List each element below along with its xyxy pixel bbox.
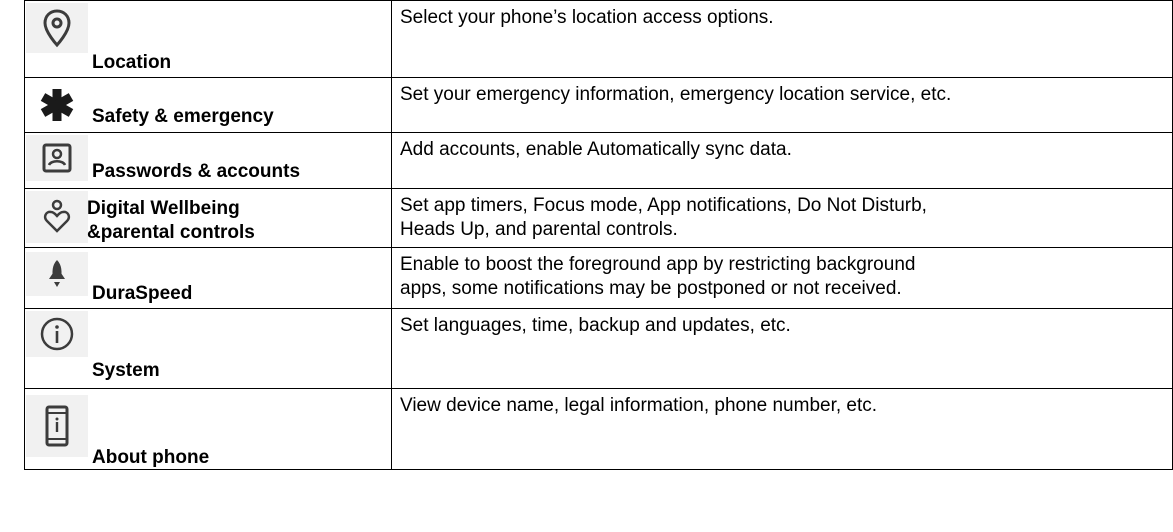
setting-description: Add accounts, enable Automatically sync … [391, 132, 1173, 189]
setting-label: Passwords & accounts [92, 161, 301, 182]
setting-label: About phone [92, 447, 210, 468]
setting-name-cell: Safety & emergency [24, 77, 392, 133]
description-text: Add accounts, enable Automatically sync … [400, 139, 792, 160]
description-text: Set your emergency information, emergenc… [400, 84, 952, 105]
setting-label: System [92, 360, 160, 381]
wellbeing-heart-icon [26, 191, 88, 243]
table-row: Passwords & accounts Add accounts, enabl… [24, 132, 1173, 189]
table-row: System Set languages, time, backup and u… [24, 308, 1173, 389]
rocket-icon [26, 252, 88, 296]
description-text: Enable to boost the foreground app by re… [400, 254, 916, 275]
setting-label: DuraSpeed [92, 283, 193, 304]
setting-description: View device name, legal information, pho… [391, 388, 1173, 470]
phone-info-icon [26, 395, 88, 457]
account-box-icon [26, 135, 88, 181]
setting-label-line2: &parental controls [87, 222, 255, 243]
description-text: Set app timers, Focus mode, App notifica… [400, 195, 927, 216]
setting-description: Set your emergency information, emergenc… [391, 77, 1173, 133]
settings-table: Location Select your phone’s location ac… [24, 0, 1173, 470]
table-row: About phone View device name, legal info… [24, 388, 1173, 470]
setting-label: Digital Wellbeing [87, 198, 240, 219]
setting-label: Location [92, 52, 172, 73]
setting-description: Set app timers, Focus mode, App notifica… [391, 188, 1173, 248]
setting-name-cell: Passwords & accounts [24, 132, 392, 189]
setting-description: Enable to boost the foreground app by re… [391, 247, 1173, 309]
asterisk-icon [26, 80, 88, 130]
table-row: DuraSpeed Enable to boost the foreground… [24, 247, 1173, 309]
setting-name-cell: System [24, 308, 392, 389]
setting-name-cell: DuraSpeed [24, 247, 392, 309]
setting-name-cell: Location [24, 0, 392, 78]
setting-label: Safety & emergency [92, 106, 274, 127]
description-text: View device name, legal information, pho… [400, 395, 878, 416]
setting-name-cell: About phone [24, 388, 392, 470]
description-text: Select your phone’s location access opti… [400, 7, 774, 28]
description-text-line2: Heads Up, and parental controls. [400, 219, 678, 240]
setting-description: Select your phone’s location access opti… [391, 0, 1173, 78]
description-text: Set languages, time, backup and updates,… [400, 315, 791, 336]
description-text-line2: apps, some notifications may be postpone… [400, 278, 902, 299]
setting-name-cell: Digital Wellbeing &parental controls [24, 188, 392, 248]
setting-description: Set languages, time, backup and updates,… [391, 308, 1173, 389]
table-row: Digital Wellbeing &parental controls Set… [24, 188, 1173, 248]
location-pin-icon [26, 3, 88, 53]
table-row: Location Select your phone’s location ac… [24, 0, 1173, 78]
table-row: Safety & emergency Set your emergency in… [24, 77, 1173, 133]
info-circle-icon [26, 311, 88, 357]
